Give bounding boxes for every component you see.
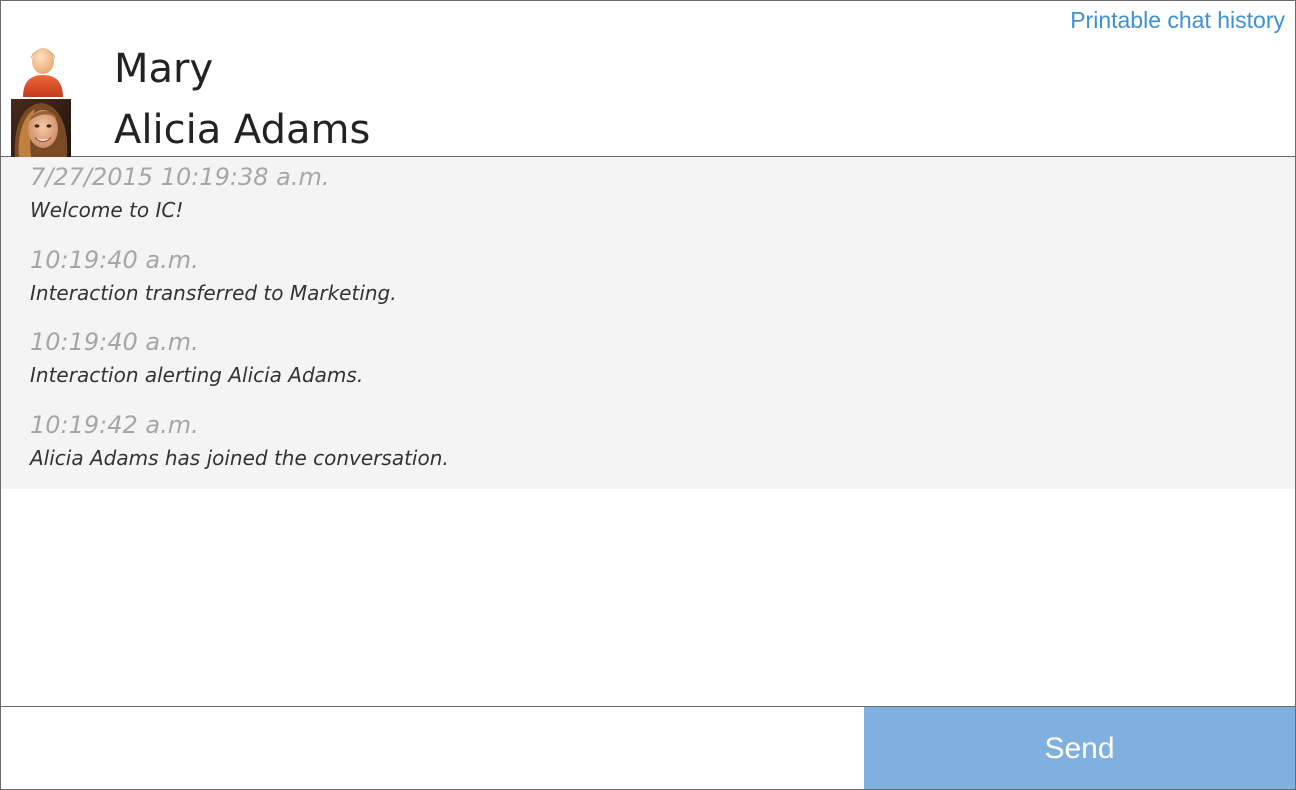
participant-row: Mary	[1, 41, 601, 99]
entry-timestamp: 10:19:40 a.m.	[30, 246, 199, 274]
send-button[interactable]: Send	[864, 707, 1295, 789]
message-input[interactable]	[1, 707, 863, 789]
chat-transcript: 7/27/2015 10:19:38 a.m. Welcome to IC! 1…	[1, 157, 1295, 489]
entry-timestamp: 10:19:42 a.m.	[30, 411, 199, 439]
entry-message: Interaction transferred to Marketing.	[30, 281, 397, 305]
chat-window: Printable chat history Mary Alicia Adams…	[0, 0, 1296, 790]
entry-message: Interaction alerting Alicia Adams.	[30, 363, 364, 387]
entry-timestamp: 7/27/2015 10:19:38 a.m.	[30, 163, 330, 191]
message-composer: Send	[1, 706, 1295, 789]
entry-timestamp: 10:19:40 a.m.	[30, 328, 199, 356]
transcript-entry: 10:19:40 a.m. Interaction transferred to…	[30, 245, 1230, 307]
participant-name: Mary	[114, 46, 214, 92]
transcript-entry: 7/27/2015 10:19:38 a.m. Welcome to IC!	[30, 162, 1230, 224]
transcript-entry: 10:19:40 a.m. Interaction alerting Alici…	[30, 327, 1230, 389]
chat-header: Printable chat history Mary Alicia Adams	[1, 1, 1295, 157]
generic-user-icon	[23, 48, 63, 97]
printable-chat-history-link[interactable]: Printable chat history	[1070, 7, 1285, 34]
entry-message: Alicia Adams has joined the conversation…	[30, 446, 449, 470]
participant-name: Alicia Adams	[114, 107, 371, 153]
transcript-entry: 10:19:42 a.m. Alicia Adams has joined th…	[30, 410, 1230, 472]
entry-message: Welcome to IC!	[30, 198, 184, 222]
participant-row: Alicia Adams	[1, 99, 601, 157]
user-photo	[11, 99, 71, 157]
